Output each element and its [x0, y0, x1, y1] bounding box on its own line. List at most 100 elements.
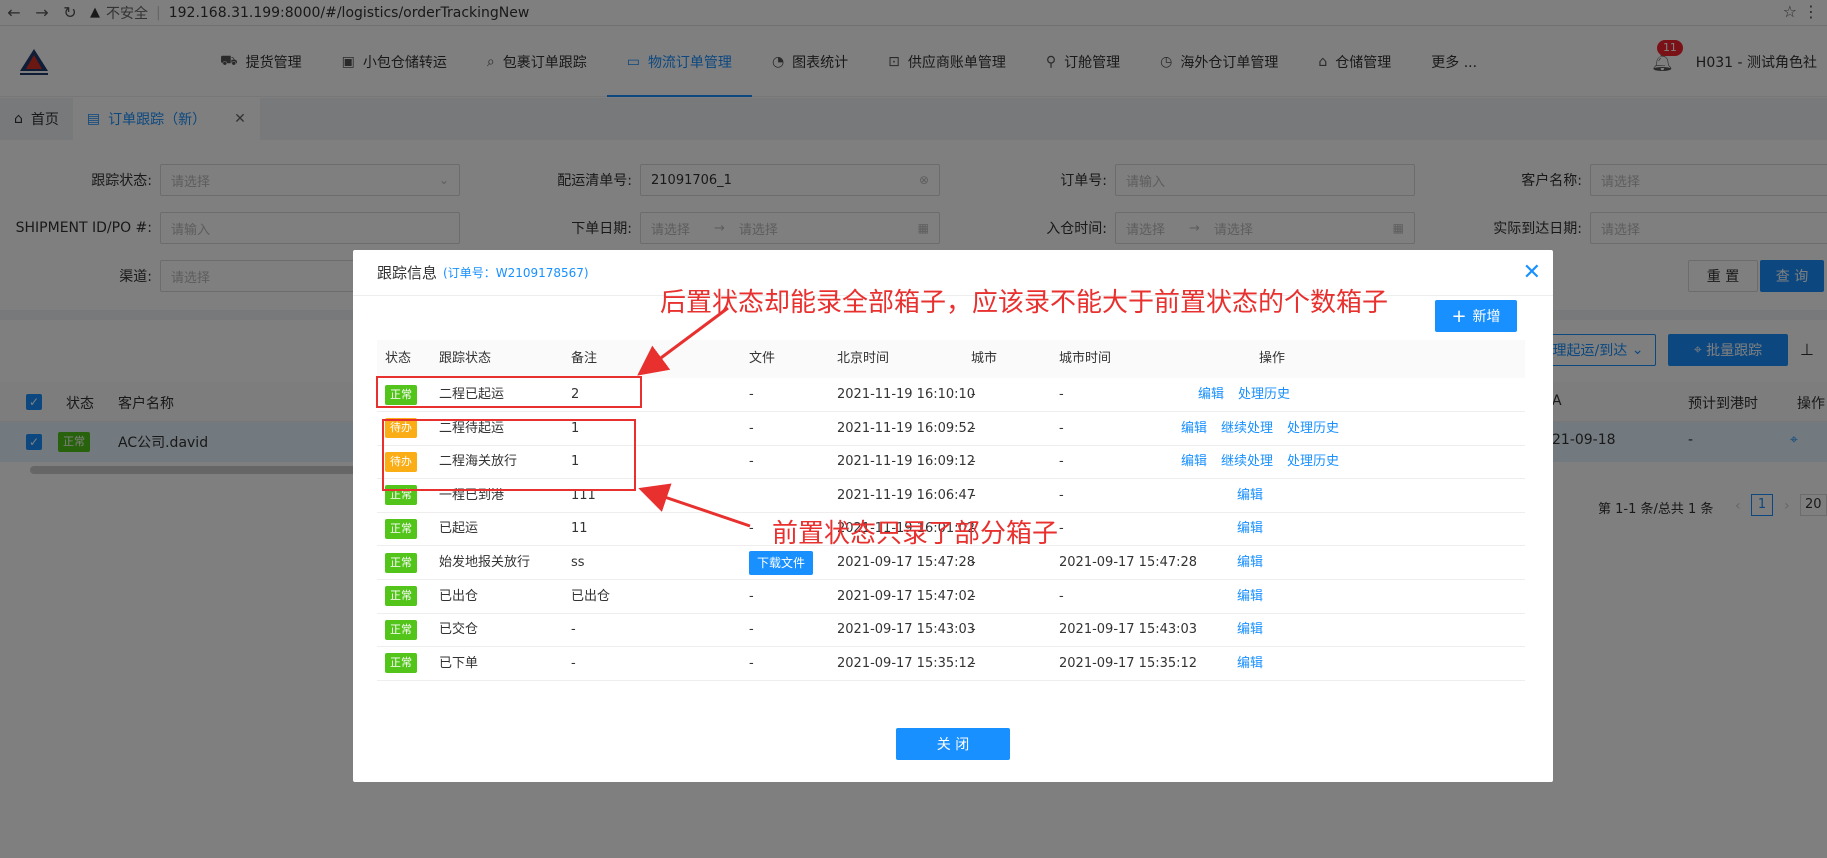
tracking-row: 正常 始发地报关放行 ss 下载文件 2021-09-17 15:47:28-2021-… [377, 546, 1525, 580]
beijing-time: 2021-11-19 16:10:10 [837, 387, 976, 402]
col-track-status: 跟踪状态 [439, 351, 492, 366]
file-cell: - [749, 412, 754, 446]
city-cell: - [971, 479, 976, 513]
file-cell: - [749, 512, 754, 546]
actions-cell: 编辑 [1237, 512, 1277, 546]
modal-order-number: (订单号：W2109178567) [443, 266, 589, 280]
close-icon[interactable]: ✕ [1523, 260, 1541, 285]
col-file: 文件 [749, 351, 776, 366]
file-cell: - [749, 580, 754, 614]
city-time-cell: 2021-09-17 15:43:03 [1059, 613, 1197, 647]
note: - [571, 622, 576, 638]
beijing-time-cell: 2021-11-19 16:10:10 [837, 378, 975, 412]
status-badge-cell: 正常 [385, 512, 417, 546]
edit-link[interactable]: 编辑 [1198, 387, 1224, 402]
city-time: - [1059, 487, 1064, 503]
track-status: 始发地报关放行 [439, 555, 531, 570]
tracking-row: 正常 已下单 - -2021-09-17 15:35:12-2021-09-17 15… [377, 647, 1525, 681]
beijing-time-cell: 2021-11-19 16:09:12 [837, 445, 975, 479]
edit-link[interactable]: 编辑 [1237, 488, 1263, 503]
add-button-label: 新增 [1472, 309, 1501, 325]
beijing-time-cell: 2021-09-17 15:35:12 [837, 647, 975, 681]
actions-cell: 编辑 [1237, 647, 1277, 681]
add-button[interactable]: + 新增 [1435, 300, 1517, 332]
history-link[interactable]: 处理历史 [1287, 454, 1339, 469]
note-cell: - [571, 647, 576, 681]
city-time: 2021-09-17 15:47:28 [1059, 555, 1198, 570]
city-time: 2021-09-17 15:35:12 [1059, 655, 1198, 671]
city-cell: - [971, 580, 976, 614]
city: - [971, 622, 976, 638]
file: - [749, 655, 754, 671]
annotation-box-after-status [376, 376, 642, 408]
col-city: 城市 [971, 351, 998, 366]
status-badge-cell: 正常 [385, 647, 417, 681]
beijing-time: 2021-09-17 15:47:28 [837, 555, 976, 570]
city-time-cell: 2021-09-17 15:47:28 [1059, 546, 1197, 580]
city-time-cell: - [1059, 378, 1064, 412]
city: - [971, 487, 976, 503]
track-status: 已出仓 [439, 588, 479, 604]
note-cell: 已出仓 [571, 580, 610, 614]
city-time-cell: 2021-09-17 15:35:12 [1059, 647, 1197, 681]
edit-link[interactable]: 编辑 [1237, 589, 1263, 604]
file-cell: 下载文件 [749, 546, 814, 580]
history-link[interactable]: 处理历史 [1238, 387, 1290, 402]
note: 已出仓 [571, 588, 611, 604]
file-cell: - [749, 445, 754, 479]
note: 11 [571, 521, 588, 537]
beijing-time-cell: 2021-09-17 15:47:02 [837, 580, 975, 614]
city: - [971, 454, 976, 470]
edit-link[interactable]: 编辑 [1237, 521, 1263, 536]
beijing-time: 2021-09-17 15:35:12 [837, 655, 976, 671]
note-cell: - [571, 613, 576, 647]
edit-link[interactable]: 编辑 [1181, 454, 1207, 469]
status-badge: 正常 [385, 619, 417, 640]
track-status-cell: 始发地报关放行 [439, 546, 530, 580]
status-badge: 正常 [385, 653, 417, 674]
edit-link[interactable]: 编辑 [1237, 622, 1263, 637]
edit-link[interactable]: 编辑 [1237, 656, 1263, 671]
file: - [749, 420, 754, 436]
track-status-cell: 已交仓 [439, 613, 478, 647]
beijing-time-cell: 2021-11-19 16:09:52 [837, 412, 975, 446]
annotation-top-text: 后置状态却能录全部箱子，应该录不能大于前置状态的个数箱子 [660, 288, 1389, 318]
city-time-cell: - [1059, 412, 1064, 446]
edit-link[interactable]: 编辑 [1237, 555, 1263, 570]
city-time: 2021-09-17 15:43:03 [1059, 622, 1198, 638]
actions-cell: 编辑 [1237, 613, 1277, 647]
note: - [571, 655, 576, 671]
track-status: 已下单 [439, 655, 479, 671]
city-time: - [1059, 454, 1064, 470]
continue-link[interactable]: 继续处理 [1221, 454, 1273, 469]
status-badge: 正常 [385, 586, 417, 607]
city-cell: - [971, 546, 976, 580]
track-status-cell: 已出仓 [439, 580, 478, 614]
city: - [971, 555, 976, 570]
file: - [749, 521, 754, 537]
city-time: - [1059, 420, 1064, 436]
continue-link[interactable]: 继续处理 [1221, 421, 1273, 436]
file-cell: - [749, 378, 754, 412]
track-status-cell: 已下单 [439, 647, 478, 681]
file[interactable]: 下载文件 [749, 550, 814, 575]
history-link[interactable]: 处理历史 [1287, 421, 1339, 436]
actions-cell: 编辑 继续处理 处理历史 [1181, 445, 1353, 479]
beijing-time-cell: 2021-09-17 15:43:03 [837, 613, 975, 647]
file-cell: - [749, 613, 754, 647]
edit-link[interactable]: 编辑 [1181, 421, 1207, 436]
beijing-time: 2021-09-17 15:47:02 [837, 588, 976, 604]
city: - [971, 588, 976, 604]
city-time-cell: - [1059, 479, 1064, 513]
col-actions: 操作 [1259, 351, 1286, 366]
beijing-time-cell: 2021-11-19 16:06:47 [837, 479, 975, 513]
status-badge: 正常 [385, 518, 417, 539]
note-cell: 11 [571, 512, 588, 546]
city-cell: - [971, 445, 976, 479]
city-cell: - [971, 647, 976, 681]
city: - [971, 420, 976, 436]
actions-cell: 编辑 继续处理 处理历史 [1181, 412, 1353, 446]
actions-cell: 编辑 [1237, 580, 1277, 614]
close-button[interactable]: 关 闭 [896, 728, 1010, 760]
beijing-time: 2021-11-19 16:09:12 [837, 454, 976, 470]
